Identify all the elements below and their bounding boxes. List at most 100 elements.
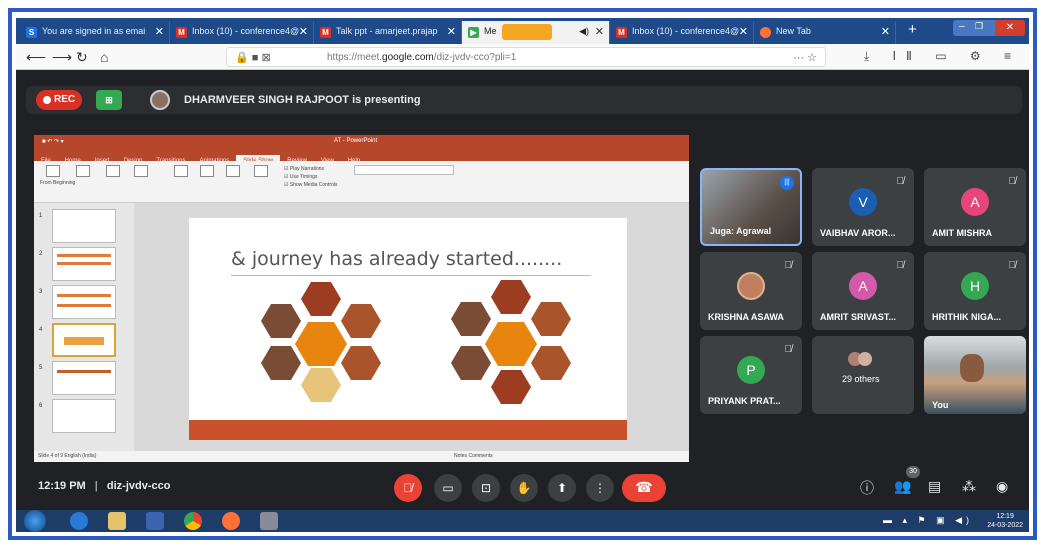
back-icon[interactable]: ⟵: [26, 49, 46, 66]
avatar: P: [737, 356, 765, 384]
participant-tile[interactable]: 🎙̸ P PRIYANK PRAT...: [700, 336, 802, 414]
tab-label: Inbox (10) - conference4@: [632, 26, 740, 36]
ribbon-button-icon[interactable]: [174, 165, 188, 177]
ppt-window-title: AT - PowerPoint: [334, 138, 378, 144]
home-icon[interactable]: ⌂: [100, 49, 108, 65]
mic-off-button[interactable]: 🎙̸: [394, 474, 422, 502]
activities-icon[interactable]: ⁂: [962, 478, 976, 495]
start-button-icon[interactable]: [24, 510, 46, 532]
meet-icon: ▶: [468, 27, 479, 38]
thumb-number: 6: [39, 403, 43, 409]
captions-button[interactable]: ⊡: [472, 474, 500, 502]
reload-icon[interactable]: ↻: [76, 49, 88, 66]
participant-tile-active[interactable]: ||| Juga: Agrawal: [700, 168, 802, 246]
powerpoint-title-bar: ■ ↶ ↷ ▾ AT - PowerPoint: [34, 135, 689, 149]
slide-thumbnail-selected[interactable]: [52, 323, 116, 357]
info-separator: |: [94, 480, 98, 492]
close-tab-icon[interactable]: ✕: [299, 25, 308, 38]
monitor-select[interactable]: [354, 165, 454, 175]
participant-name: KRISHNA ASAWA: [708, 312, 784, 322]
status-right[interactable]: Notes Comments: [454, 453, 493, 459]
participant-tile[interactable]: 🎙̸ V VAIBHAV AROR...: [812, 168, 914, 246]
self-view-tile[interactable]: You: [924, 336, 1026, 414]
status-left: Slide 4 of 9 English (India): [38, 453, 97, 459]
ie-icon[interactable]: [70, 512, 88, 530]
browser-tab-2[interactable]: M Inbox (10) - conference4@ ✕: [170, 21, 314, 44]
thumb-number: 5: [39, 365, 43, 371]
explorer-icon[interactable]: [108, 512, 126, 530]
participant-tile[interactable]: 🎙̸ KRISHNA ASAWA: [700, 252, 802, 330]
new-tab-icon[interactable]: +: [908, 21, 917, 38]
browser-tab-1[interactable]: S You are signed in as emai ✕: [20, 21, 170, 44]
chrome-icon[interactable]: [184, 512, 202, 530]
ribbon-button-icon[interactable]: [46, 165, 60, 177]
close-tab-icon[interactable]: ✕: [881, 25, 890, 38]
meeting-details-icon[interactable]: ⓘ: [860, 478, 874, 498]
avatar: V: [849, 188, 877, 216]
media-player-icon[interactable]: [146, 512, 164, 530]
chat-icon[interactable]: ▤: [928, 478, 941, 495]
browser-tab-meet[interactable]: ▶ Me ◀) ✕: [462, 21, 610, 44]
tab-label: Me: [484, 26, 497, 36]
ribbon-button-icon[interactable]: [106, 165, 120, 177]
others-tile[interactable]: 29 others: [812, 336, 914, 414]
forward-icon[interactable]: ⟶: [52, 49, 72, 66]
raise-hand-button[interactable]: ✋: [510, 474, 538, 502]
participant-tile[interactable]: 🎙̸ A AMRIT SRIVAST...: [812, 252, 914, 330]
ribbon-button-icon[interactable]: [200, 165, 214, 177]
toolbar-icons[interactable]: ⤓ ⅠⅡ ▭ ⚙ ≡: [864, 49, 1021, 64]
participant-tile[interactable]: 🎙̸ H HRITHIK NIGA...: [924, 252, 1026, 330]
slide-thumbnail[interactable]: [52, 399, 116, 433]
firefox-icon[interactable]: [222, 512, 240, 530]
avatar: H: [961, 272, 989, 300]
maximize-icon[interactable]: ❐: [975, 21, 983, 32]
browser-tab-3[interactable]: M Talk ppt - amarjeet.prajap ✕: [314, 21, 462, 44]
page-actions-icon[interactable]: ··· ☆: [793, 51, 817, 64]
more-options-button[interactable]: ⋮: [586, 474, 614, 502]
activities-icon[interactable]: ⊞: [96, 90, 122, 110]
ribbon-button-icon[interactable]: [226, 165, 240, 177]
slide-thumbnail[interactable]: [52, 285, 116, 319]
meeting-code: diz-jvdv-cco: [106, 480, 171, 492]
minimize-icon[interactable]: –: [959, 21, 965, 32]
ribbon-button-icon[interactable]: [134, 165, 148, 177]
browser-tab-new[interactable]: New Tab ✕: [754, 21, 896, 44]
participant-name: AMRIT SRIVAST...: [820, 312, 896, 322]
close-tab-icon[interactable]: ✕: [595, 25, 604, 38]
close-tab-icon[interactable]: ✕: [447, 25, 456, 38]
ribbon-button-icon[interactable]: [254, 165, 268, 177]
url-bar[interactable]: 🔒 ■ ⊠ https://meet.google.com/diz-jvdv-c…: [226, 47, 826, 67]
hex-shape: [531, 302, 571, 336]
slide-thumbnail[interactable]: [52, 247, 116, 281]
desktop-screen: S You are signed in as emai ✕ M Inbox (1…: [16, 18, 1029, 532]
participant-tile[interactable]: 🎙̸ A AMIT MISHRA: [924, 168, 1026, 246]
browser-tab-5[interactable]: M Inbox (10) - conference4@ ✕: [610, 21, 754, 44]
tab-label: Inbox (10) - conference4@: [192, 26, 300, 36]
host-controls-icon[interactable]: ◉: [996, 478, 1008, 495]
slide-thumbnail[interactable]: [52, 361, 116, 395]
slide-thumbnails-panel: 1 2 3 4 5 6: [34, 203, 134, 451]
audio-icon[interactable]: ◀): [579, 26, 589, 37]
windows-taskbar: ▬ ▴ ⚑ ▣ ◀) 12:19 24-03-2022: [16, 510, 1029, 532]
present-button[interactable]: ⬆: [548, 474, 576, 502]
app-icon[interactable]: [260, 512, 278, 530]
recording-badge[interactable]: REC: [36, 90, 82, 110]
current-slide: & journey has already started........: [189, 218, 627, 440]
title-underline: [231, 275, 591, 276]
hex-shape-center: [295, 322, 347, 366]
people-icon[interactable]: 👥: [894, 478, 911, 495]
hex-shape: [301, 368, 341, 402]
hex-shape: [301, 282, 341, 316]
meeting-info: 12:19 PM | diz-jvdv-cco: [38, 480, 170, 492]
close-tab-icon[interactable]: ✕: [739, 25, 748, 38]
end-call-button[interactable]: ☎: [622, 474, 666, 502]
presenting-label: DHARMVEER SINGH RAJPOOT is presenting: [184, 94, 421, 106]
camera-button[interactable]: ▭: [434, 474, 462, 502]
ribbon-button-icon[interactable]: [76, 165, 90, 177]
close-window-icon[interactable]: ✕: [995, 20, 1025, 36]
slide-thumbnail[interactable]: [52, 209, 116, 243]
hex-shape: [341, 304, 381, 338]
mic-off-icon: 🎙̸: [784, 344, 793, 355]
close-tab-icon[interactable]: ✕: [155, 25, 164, 38]
system-tray-icons[interactable]: ▬ ▴ ⚑ ▣ ◀): [883, 515, 973, 526]
